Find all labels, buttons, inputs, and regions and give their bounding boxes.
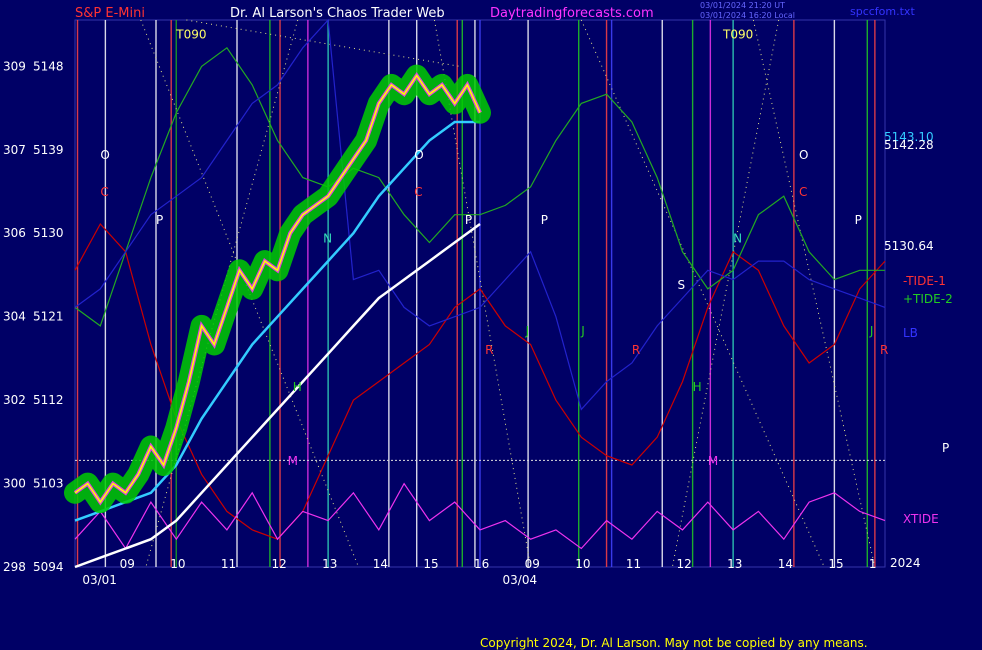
chaos-chart: 298 5094 300 5103 302 5112 304 5121 306 5130 307 51… <box>0 0 982 650</box>
timestamp-ut: 03/01/2024 21:20 UT <box>700 1 785 10</box>
x-tick-label: 1 <box>869 557 877 571</box>
x-tick-label: 09 <box>120 557 135 571</box>
legend-entry: XTIDE <box>903 512 939 526</box>
legend-entry: -TIDE-1 <box>903 274 946 288</box>
x-tick-label: 11 <box>626 557 641 571</box>
x-tick-label: 12 <box>677 557 692 571</box>
price-readout: 5142.28 <box>884 138 934 152</box>
point-label: R <box>485 343 493 357</box>
x-tick-label: 13 <box>322 557 337 571</box>
chart-symbol: S&P E-Mini <box>75 6 145 21</box>
point-label: P <box>156 213 163 227</box>
legend-entry: LB <box>903 326 918 340</box>
x-tick-label: 14 <box>373 557 388 571</box>
y-tick-label-price: 5112 <box>33 393 64 407</box>
copyright: Copyright 2024, Dr. Al Larson. May not b… <box>480 636 868 650</box>
x-tick-label: 15 <box>828 557 843 571</box>
point-label: C <box>100 185 108 199</box>
x-tick-label: 10 <box>170 557 185 571</box>
y-tick-label-price: 5094 <box>33 560 64 574</box>
timestamp-local: 03/01/2024 16:20 Local <box>700 11 795 20</box>
x-tick-label: 11 <box>221 557 236 571</box>
point-label: N <box>733 232 742 246</box>
y-tick-label-left: 307 <box>3 143 26 157</box>
y-tick-label-left: 304 <box>3 310 26 324</box>
x-tick-label: 09 <box>525 557 540 571</box>
point-label: M <box>288 454 298 468</box>
y-tick-label-price: 5130 <box>33 226 64 240</box>
x-tick-label: 10 <box>575 557 590 571</box>
site-link[interactable]: Daytradingforecasts.com <box>490 6 654 21</box>
point-label: T090 <box>175 28 206 42</box>
point-label: J <box>525 324 530 338</box>
y-tick-label-left: 300 <box>3 477 26 491</box>
x-tick-label: 14 <box>778 557 793 571</box>
point-label: O <box>414 148 423 162</box>
year-label: 2024 <box>890 556 921 570</box>
y-tick-label-price: 5103 <box>33 477 64 491</box>
chart-title: Dr. Al Larson's Chaos Trader Web <box>230 6 445 21</box>
y-tick-label-price: 5148 <box>33 59 64 73</box>
point-label: C <box>799 185 807 199</box>
point-label: J <box>580 324 585 338</box>
x-tick-label: 12 <box>272 557 287 571</box>
y-tick-label-price: 5121 <box>33 310 64 324</box>
y-tick-label-left: 298 <box>3 560 26 574</box>
point-label: M <box>708 454 718 468</box>
point-label: J <box>869 324 874 338</box>
point-label: R <box>632 343 640 357</box>
filename: spccfom.txt <box>850 5 915 18</box>
x-tick-label: 15 <box>423 557 438 571</box>
point-label: O <box>100 148 109 162</box>
y-tick-label-price: 5139 <box>33 143 64 157</box>
point-label: H <box>693 380 702 394</box>
x-tick-label: 16 <box>474 557 489 571</box>
point-label: T090 <box>722 28 753 42</box>
point-label: N <box>323 232 332 246</box>
legend-entry: P <box>942 441 949 455</box>
date-label: 03/01 <box>82 573 117 587</box>
date-label: 03/04 <box>503 573 538 587</box>
x-tick-label: 13 <box>727 557 742 571</box>
point-label: P <box>465 213 472 227</box>
price-readout: 5130.64 <box>884 239 934 253</box>
point-label: O <box>799 148 808 162</box>
point-label: S <box>677 278 685 292</box>
y-tick-label-left: 306 <box>3 226 26 240</box>
y-tick-label-left: 309 <box>3 59 26 73</box>
y-tick-label-left: 302 <box>3 393 26 407</box>
point-label: P <box>855 213 862 227</box>
legend-entry: +TIDE-2 <box>903 292 953 306</box>
point-label: H <box>293 380 302 394</box>
point-label: P <box>541 213 548 227</box>
point-label: C <box>414 185 422 199</box>
point-label: R <box>880 343 888 357</box>
